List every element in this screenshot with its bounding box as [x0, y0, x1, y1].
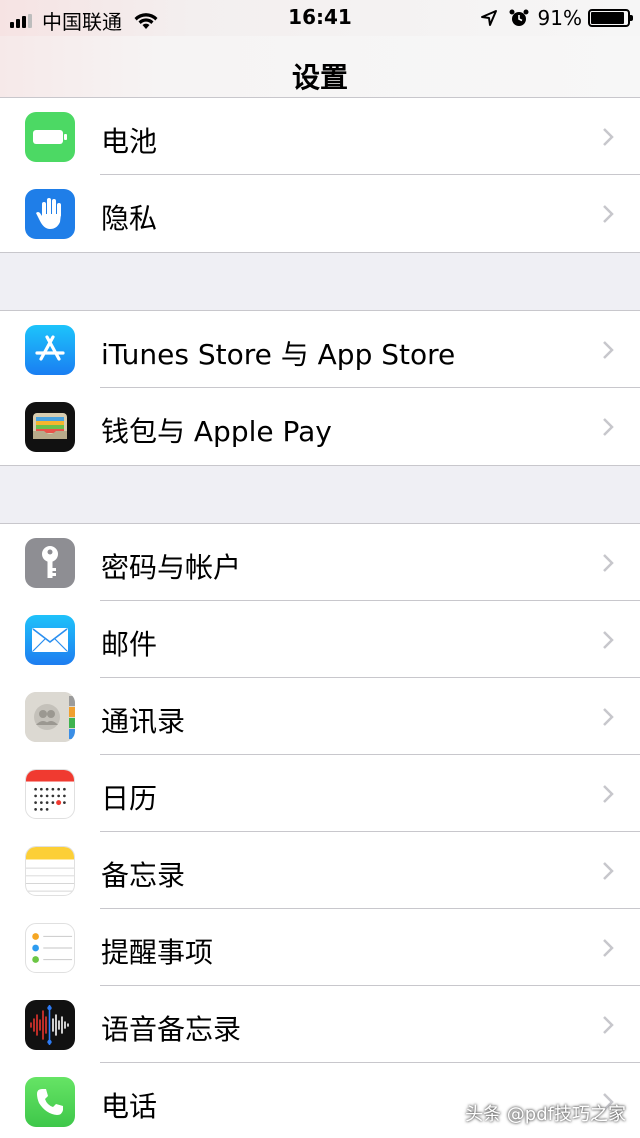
wallet-icon: [25, 402, 75, 452]
alarm-clock-icon: [509, 9, 529, 26]
chevron-right-icon: [603, 418, 614, 436]
notes-icon: [25, 846, 75, 896]
status-bar: 中国联通 16:41 91%: [0, 0, 640, 36]
settings-row-label: iTunes Store 与 App Store: [101, 338, 456, 371]
settings-row-battery[interactable]: 电池: [0, 98, 640, 175]
settings-group-stores: iTunes Store 与 App Store 钱包与 Apple Pay: [0, 310, 640, 466]
settings-group-apps: 密码与帐户 邮件 通讯录 日历 备忘录 提醒事项 语音备忘录 电话: [0, 523, 640, 1138]
chevron-right-icon: [603, 785, 614, 803]
mail-icon: [25, 615, 75, 665]
battery-level-fill: [591, 12, 624, 24]
chevron-right-icon: [603, 708, 614, 726]
location-arrow-icon: [480, 10, 497, 26]
settings-row-calendar[interactable]: 日历: [0, 755, 640, 832]
calendar-icon: [25, 769, 75, 819]
settings-row-wallet-apple-pay[interactable]: 钱包与 Apple Pay: [0, 388, 640, 465]
phone-icon: [25, 1077, 75, 1127]
watermark-text: 头条 @pdf技巧之家: [465, 1104, 626, 1125]
contacts-icon: [25, 692, 75, 742]
settings-row-mail[interactable]: 邮件: [0, 601, 640, 678]
key-icon: [25, 538, 75, 588]
chevron-right-icon: [603, 939, 614, 957]
settings-row-reminders[interactable]: 提醒事项: [0, 909, 640, 986]
chevron-right-icon: [603, 205, 614, 223]
settings-row-label: 密码与帐户: [101, 551, 242, 584]
reminders-icon: [25, 923, 75, 973]
settings-row-label: 通讯录: [101, 705, 186, 738]
chevron-right-icon: [603, 554, 614, 572]
voice-memos-icon: [25, 1000, 75, 1050]
chevron-right-icon: [603, 128, 614, 146]
settings-row-contacts[interactable]: 通讯录: [0, 678, 640, 755]
chevron-right-icon: [603, 1016, 614, 1034]
settings-row-voice-memos[interactable]: 语音备忘录: [0, 986, 640, 1063]
settings-group-device: 电池 隐私: [0, 97, 640, 253]
settings-row-label: 隐私: [101, 202, 158, 235]
settings-row-label: 邮件: [101, 628, 158, 661]
settings-row-label: 日历: [101, 782, 158, 815]
settings-row-itunes-app-store[interactable]: iTunes Store 与 App Store: [0, 311, 640, 388]
page-title: 设置: [291, 61, 348, 94]
settings-row-label: 语音备忘录: [101, 1013, 242, 1046]
settings-row-label: 电池: [101, 125, 158, 158]
battery-icon: [25, 112, 75, 162]
settings-row-privacy[interactable]: 隐私: [0, 175, 640, 252]
privacy-hand-icon: [25, 189, 75, 239]
settings-row-passwords-accounts[interactable]: 密码与帐户: [0, 524, 640, 601]
settings-row-label: 电话: [101, 1090, 158, 1123]
settings-row-label: 提醒事项: [101, 936, 214, 969]
battery-icon: [588, 9, 633, 27]
battery-percentage: 91%: [537, 6, 582, 30]
chevron-right-icon: [603, 631, 614, 649]
chevron-right-icon: [603, 341, 614, 359]
settings-row-notes[interactable]: 备忘录: [0, 832, 640, 909]
settings-row-label: 钱包与 Apple Pay: [101, 415, 332, 448]
chevron-right-icon: [603, 862, 614, 880]
app-store-icon: [25, 325, 75, 375]
settings-row-label: 备忘录: [101, 859, 186, 892]
